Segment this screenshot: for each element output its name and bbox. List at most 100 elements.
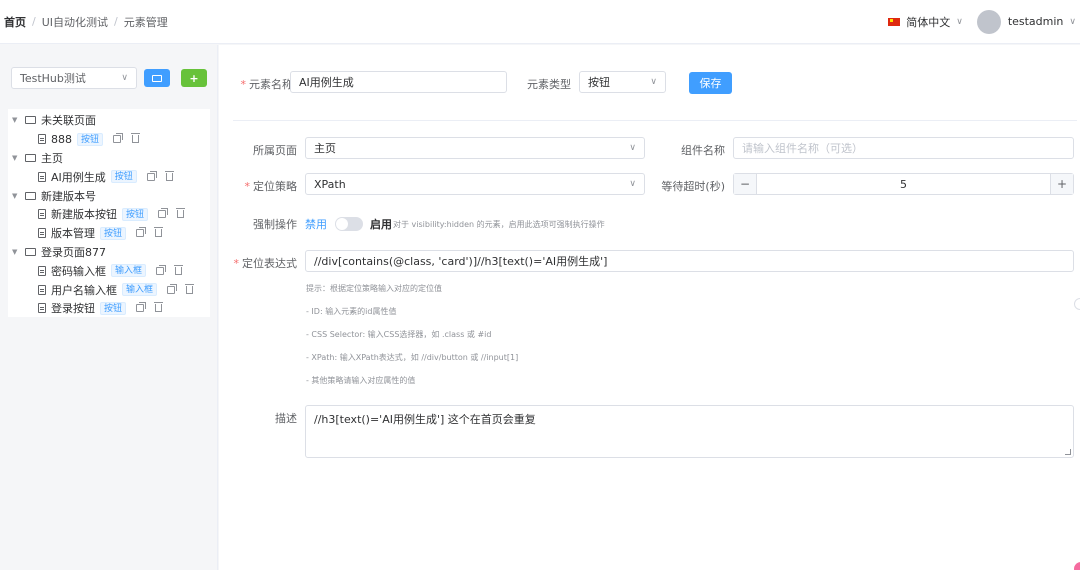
strategy-select[interactable]: XPath ∨ — [305, 173, 645, 195]
copy-icon[interactable] — [158, 208, 169, 219]
resize-handle-icon[interactable] — [1065, 449, 1071, 455]
chevron-down-icon: ∨ — [629, 143, 636, 153]
copy-icon[interactable] — [136, 302, 147, 313]
tree-folder-label: 主页 — [41, 151, 63, 165]
timeout-stepper[interactable]: − 5 + — [733, 173, 1074, 195]
copy-icon[interactable] — [146, 170, 157, 181]
element-type-tag: 按钮 — [77, 132, 104, 146]
force-switch[interactable] — [335, 217, 363, 231]
project-select[interactable]: TestHub测试 ∨ — [11, 67, 137, 89]
delete-icon[interactable] — [154, 302, 164, 313]
tree-element-label: 888 — [51, 132, 72, 146]
breadcrumb: 首页 / UI自动化测试 / 元素管理 — [0, 14, 168, 30]
document-icon — [38, 284, 46, 295]
add-folder-button[interactable] — [144, 69, 170, 87]
avatar[interactable] — [976, 9, 1001, 34]
breadcrumb-home[interactable]: 首页 — [4, 14, 26, 30]
document-icon — [38, 303, 46, 314]
tree-folder-node[interactable]: ▼ 新建版本号 — [8, 186, 210, 205]
folder-icon — [152, 74, 162, 82]
element-name-label: * 元素名称 — [240, 78, 294, 91]
add-element-button[interactable]: + — [181, 69, 207, 87]
tree-element-node[interactable]: 用户名输入框 输入框 — [8, 280, 210, 299]
hint-text: - CSS Selector: 输入CSS选择器，如 .class 或 #id — [306, 330, 492, 339]
delete-icon[interactable] — [154, 227, 164, 238]
increment-button[interactable]: + — [1050, 174, 1073, 194]
folder-icon — [25, 116, 36, 125]
copy-icon[interactable] — [113, 133, 124, 144]
hint-text: - XPath: 输入XPath表达式，如 //div/button 或 //i… — [306, 353, 519, 362]
force-off-label: 禁用 — [305, 218, 327, 231]
locator-label: * 定位表达式 — [233, 257, 298, 270]
element-tree: ▼ 未关联页面 888 按钮 ▼ 主页 AI用例生成 按钮 ▼ 新建版本号 新建版本按钮 按钮 版本管理… — [8, 109, 210, 317]
caret-down-icon[interactable]: ▼ — [12, 116, 22, 124]
hint-text: 提示：根据定位策略输入对应的定位值 — [306, 284, 442, 293]
element-form: * 元素名称 AI用例生成 元素类型 按钮 ∨ 保存 所属页面 主页 ∨ 组件名称… — [219, 45, 1080, 570]
tree-element-label: 用户名输入框 — [51, 283, 117, 297]
hint-text: - 其他策略请输入对应属性的值 — [306, 376, 416, 385]
delete-icon[interactable] — [174, 264, 184, 275]
element-name-input[interactable]: AI用例生成 — [290, 71, 507, 93]
chevron-down-icon: ∨ — [650, 77, 657, 87]
folder-icon — [25, 153, 36, 162]
description-textarea[interactable]: //h3[text()='AI用例生成'] 这个在首页会重复 — [305, 405, 1074, 458]
decrement-button[interactable]: − — [734, 174, 757, 194]
strategy-label: * 定位策略 — [244, 180, 298, 193]
project-select-value: TestHub测试 — [20, 72, 86, 85]
save-button[interactable]: 保存 — [689, 72, 732, 94]
header-right: 简体中文 ∨ testadmin ∨ — [888, 9, 1080, 34]
tree-element-node[interactable]: 密码输入框 输入框 — [8, 261, 210, 280]
delete-icon[interactable] — [131, 133, 141, 144]
caret-down-icon[interactable]: ▼ — [12, 248, 22, 256]
copy-icon[interactable] — [156, 264, 167, 275]
tree-folder-node[interactable]: ▼ 登录页面877 — [8, 243, 210, 262]
breadcrumb-separator: / — [114, 15, 118, 28]
breadcrumb-element-management: 元素管理 — [123, 15, 168, 29]
delete-icon[interactable] — [176, 208, 186, 219]
language-switcher[interactable]: 简体中文 ∨ — [888, 14, 963, 30]
delete-icon[interactable] — [164, 170, 174, 181]
caret-down-icon[interactable]: ▼ — [12, 154, 22, 162]
page-select[interactable]: 主页 ∨ — [305, 137, 645, 159]
component-input[interactable]: 请输入组件名称（可选） — [733, 137, 1074, 159]
tree-folder-label: 新建版本号 — [41, 189, 96, 203]
document-icon — [38, 228, 46, 239]
tree-folder-node[interactable]: ▼ 未关联页面 — [8, 111, 210, 130]
floating-handle-icon[interactable] — [1074, 298, 1080, 310]
language-label: 简体中文 — [906, 15, 951, 29]
tree-element-label: 新建版本按钮 — [51, 208, 117, 222]
element-type-tag: 输入框 — [122, 283, 158, 297]
divider — [233, 120, 1077, 121]
element-type-select[interactable]: 按钮 ∨ — [579, 71, 666, 93]
username[interactable]: testadmin — [1008, 15, 1064, 28]
copy-icon[interactable] — [167, 283, 178, 294]
force-label: 强制操作 — [253, 218, 297, 231]
tree-element-node[interactable]: 新建版本按钮 按钮 — [8, 205, 210, 224]
folder-icon — [25, 247, 36, 256]
caret-down-icon[interactable]: ▼ — [12, 192, 22, 200]
element-type-tag: 输入框 — [111, 264, 147, 278]
chevron-down-icon: ∨ — [956, 16, 963, 27]
floating-assistant-icon[interactable] — [1074, 562, 1080, 570]
breadcrumb-separator: / — [32, 15, 36, 28]
tree-element-node[interactable]: 登录按钮 按钮 — [8, 299, 210, 318]
document-icon — [38, 209, 46, 220]
plus-icon: + — [189, 71, 199, 85]
delete-icon[interactable] — [185, 283, 195, 294]
tree-element-node[interactable]: 888 按钮 — [8, 130, 210, 149]
force-help-text: 对于 visibility:hidden 的元素，启用此选项可强制执行操作 — [393, 219, 605, 229]
tree-element-node[interactable]: 版本管理 按钮 — [8, 224, 210, 243]
tree-element-label: AI用例生成 — [51, 170, 106, 184]
force-switch-row: 禁用 启用 对于 visibility:hidden 的元素，启用此选项可强制执… — [305, 216, 605, 232]
copy-icon[interactable] — [136, 227, 147, 238]
hint-text: - ID: 输入元素的id属性值 — [306, 307, 397, 316]
chevron-down-icon[interactable]: ∨ — [1069, 17, 1076, 27]
folder-icon — [25, 191, 36, 200]
locator-input[interactable]: //div[contains(@class, 'card')]//h3[text… — [305, 250, 1074, 272]
tree-element-label: 密码输入框 — [51, 264, 106, 278]
breadcrumb-ui-test[interactable]: UI自动化测试 — [42, 14, 108, 30]
tree-folder-label: 登录页面877 — [41, 245, 106, 259]
tree-folder-node[interactable]: ▼ 主页 — [8, 149, 210, 168]
tree-element-node[interactable]: AI用例生成 按钮 — [8, 167, 210, 186]
element-type-tag: 按钮 — [100, 226, 127, 240]
